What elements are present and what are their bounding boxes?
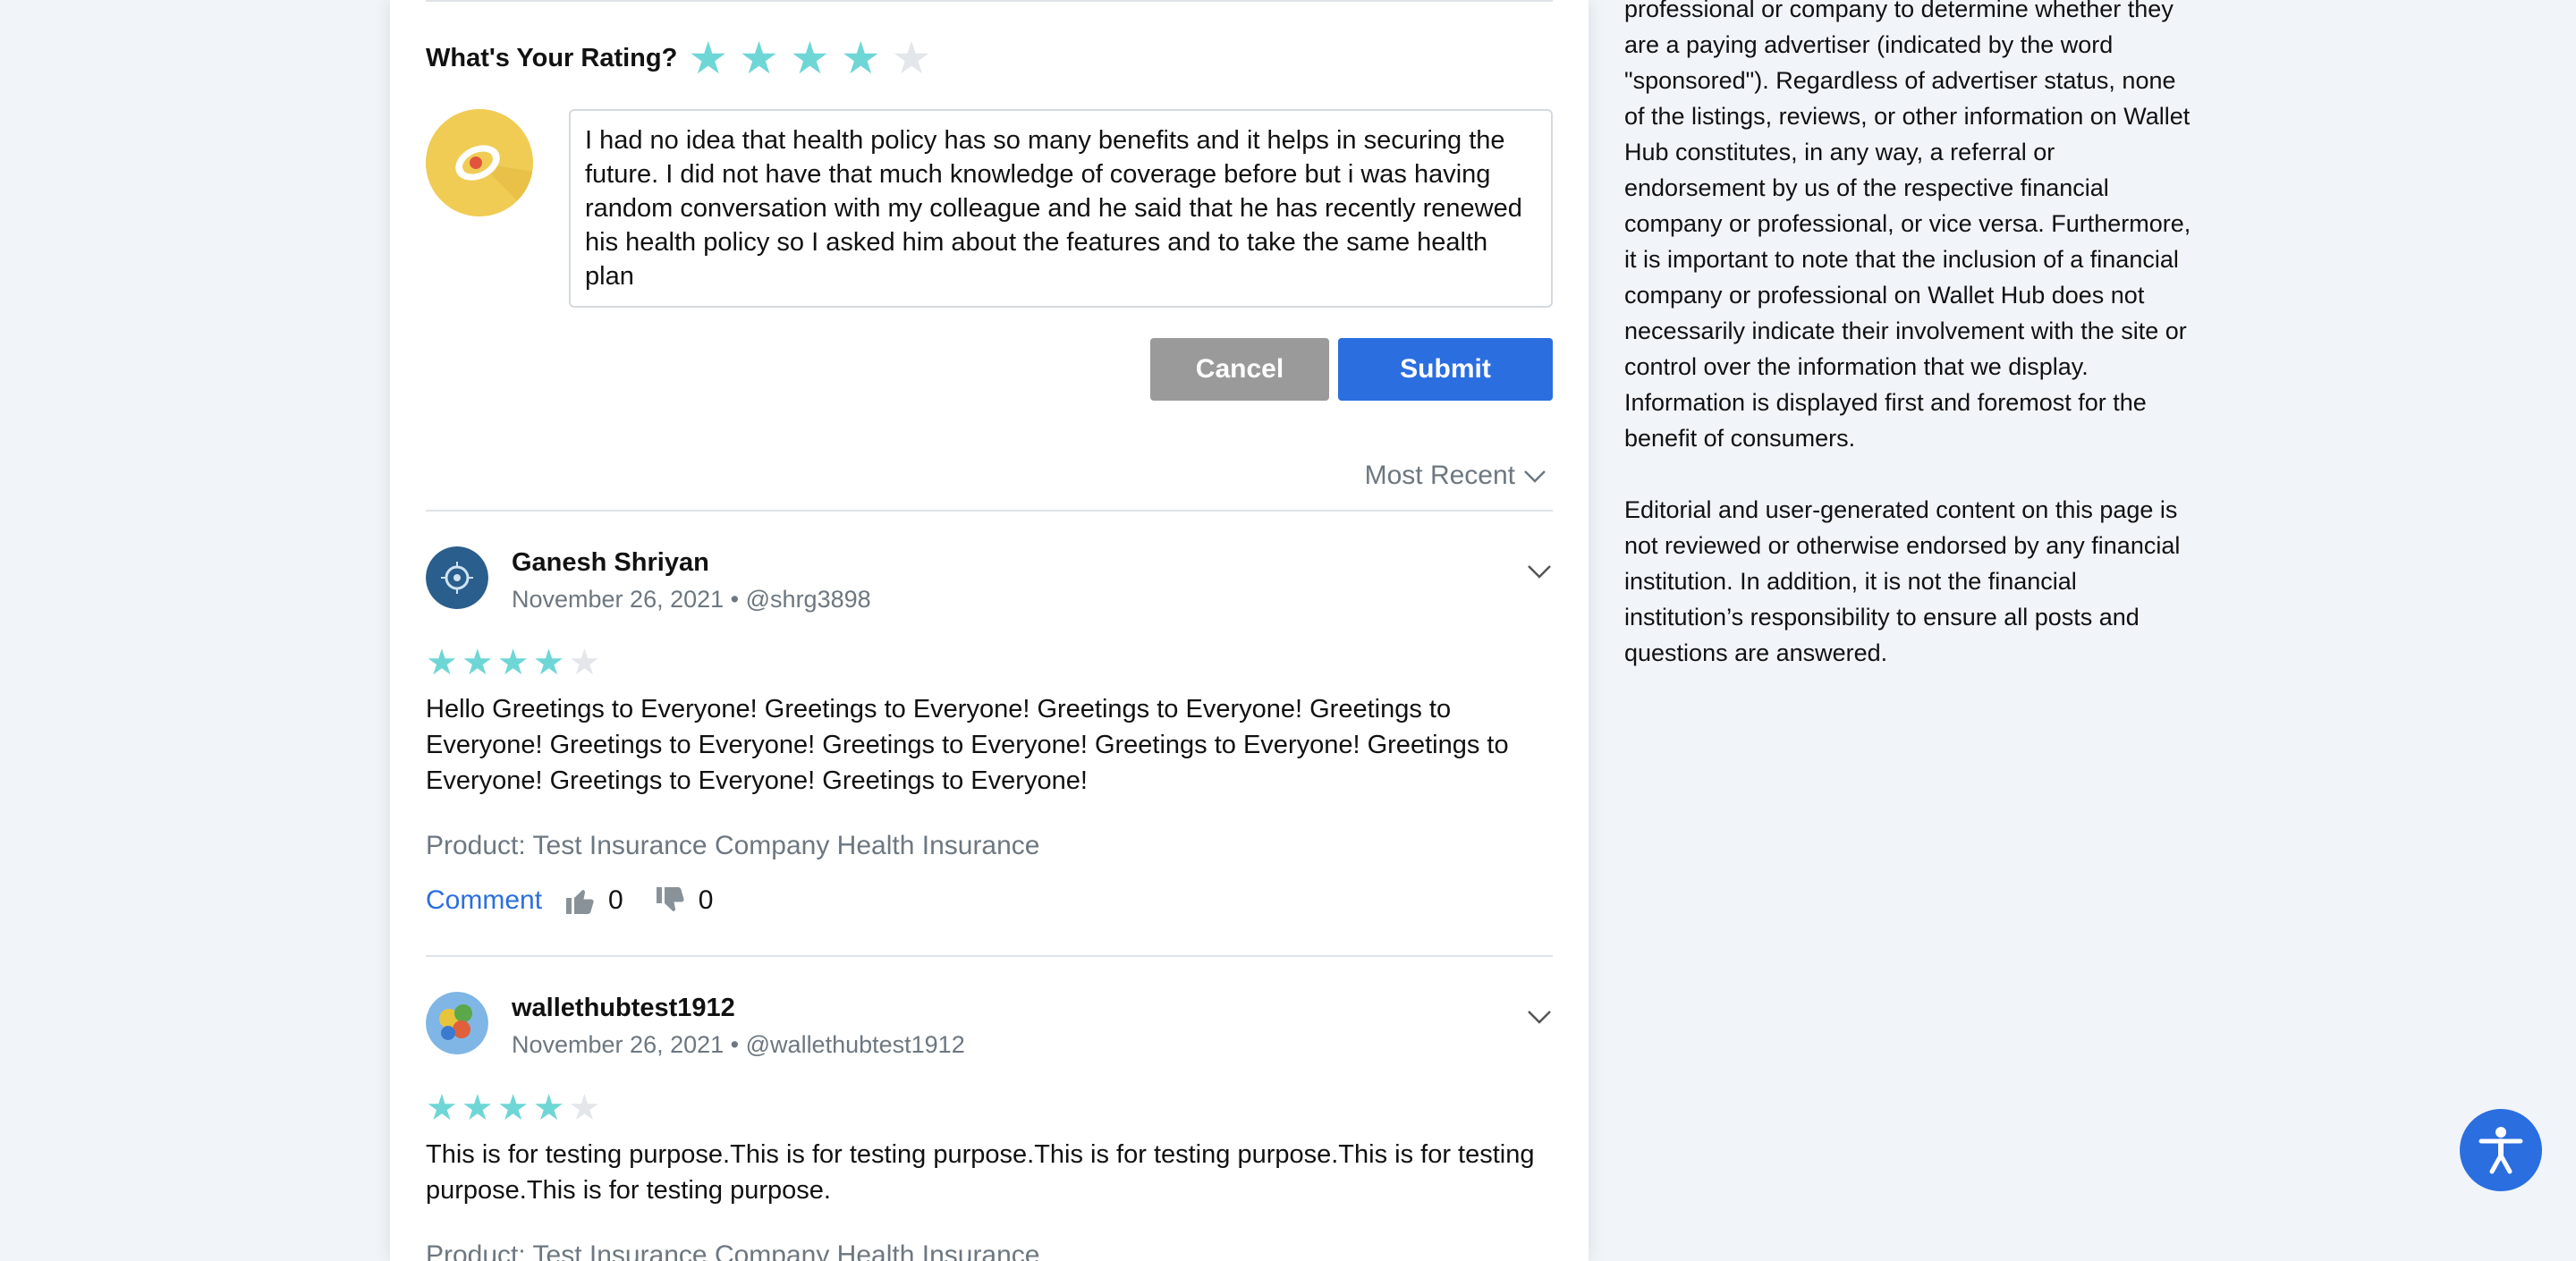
meta-separator: • xyxy=(730,586,740,613)
reviewer-name[interactable]: wallethubtest1912 xyxy=(512,994,735,1023)
review-text: This is for testing purpose.This is for … xyxy=(426,1140,1535,1205)
review-actions: Comment 0 0 xyxy=(426,884,743,917)
rating-picker: What's Your Rating? ★ ★ ★ ★ ★ xyxy=(426,36,942,80)
reviewer-handle: @wallethubtest1912 xyxy=(745,1031,965,1058)
top-divider xyxy=(426,0,1553,2)
disclaimer-paragraph: professional or company to determine whe… xyxy=(1624,0,2191,452)
review-meta: November 26, 2021 • @wallethubtest1912 xyxy=(512,1031,965,1059)
dislike-count: 0 xyxy=(698,885,714,915)
star-icon[interactable]: ★ xyxy=(841,36,881,80)
chevron-down-icon xyxy=(1524,470,1546,483)
review-date: November 26, 2021 xyxy=(512,586,724,613)
star-icon[interactable]: ★ xyxy=(892,36,932,80)
star-icon: ★ xyxy=(568,643,601,682)
star-icon: ★ xyxy=(496,643,530,682)
review-date: November 26, 2021 xyxy=(512,1031,724,1058)
user-avatar xyxy=(426,109,533,216)
review-item: Ganesh Shriyan November 26, 2021 • @shrg… xyxy=(426,546,1553,922)
review-product: Product: Test Insurance Company Health I… xyxy=(426,831,1040,860)
divider xyxy=(426,510,1553,512)
reviewer-handle: @shrg3898 xyxy=(745,586,871,613)
comment-link[interactable]: Comment xyxy=(426,885,542,916)
star-icon: ★ xyxy=(426,1088,458,1128)
review-rating: ★ ★ ★ ★ ★ xyxy=(426,1090,604,1126)
submit-button[interactable]: Submit xyxy=(1338,338,1553,401)
thumbs-down-icon[interactable] xyxy=(654,884,686,917)
review-item: wallethubtest1912 November 26, 2021 • @w… xyxy=(426,992,1553,1261)
star-icon: ★ xyxy=(568,1088,601,1128)
reviewer-name[interactable]: Ganesh Shriyan xyxy=(512,548,709,578)
review-textarea[interactable]: I had no idea that health policy has so … xyxy=(569,109,1553,308)
star-icon: ★ xyxy=(461,643,494,682)
sort-label: Most Recent xyxy=(1364,461,1515,490)
chevron-down-icon[interactable] xyxy=(1526,1003,1553,1029)
divider xyxy=(426,955,1553,957)
thumbs-up-icon[interactable] xyxy=(564,884,596,917)
star-icon: ★ xyxy=(426,643,458,682)
avatar xyxy=(426,992,488,1054)
accessibility-icon xyxy=(2479,1127,2523,1174)
rating-label: What's Your Rating? xyxy=(426,43,678,72)
accessibility-button[interactable] xyxy=(2460,1109,2542,1191)
star-icon: ★ xyxy=(532,643,565,682)
star-icon[interactable]: ★ xyxy=(739,36,779,80)
like-count: 0 xyxy=(608,885,623,915)
star-icon: ★ xyxy=(532,1088,565,1128)
chevron-down-icon[interactable] xyxy=(1526,557,1553,584)
avatar xyxy=(426,546,488,609)
star-icon: ★ xyxy=(496,1088,530,1128)
star-icon[interactable]: ★ xyxy=(688,36,728,80)
sort-dropdown[interactable]: Most Recent xyxy=(1365,461,1547,491)
star-icon[interactable]: ★ xyxy=(790,36,830,80)
disclaimer-paragraph: Editorial and user-generated content on … xyxy=(1624,496,2181,666)
reviews-card: What's Your Rating? ★ ★ ★ ★ ★ I had no i… xyxy=(390,0,1589,1261)
star-icon: ★ xyxy=(461,1088,494,1128)
meta-separator: • xyxy=(730,1031,740,1058)
cancel-button[interactable]: Cancel xyxy=(1150,338,1329,401)
review-product: Product: Test Insurance Company Health I… xyxy=(426,1240,1040,1261)
disclaimer-sidebar: professional or company to determine whe… xyxy=(1624,0,2197,707)
review-rating: ★ ★ ★ ★ ★ xyxy=(426,645,604,681)
review-meta: November 26, 2021 • @shrg3898 xyxy=(512,586,871,614)
review-text: Hello Greetings to Everyone! Greetings t… xyxy=(426,695,1509,795)
